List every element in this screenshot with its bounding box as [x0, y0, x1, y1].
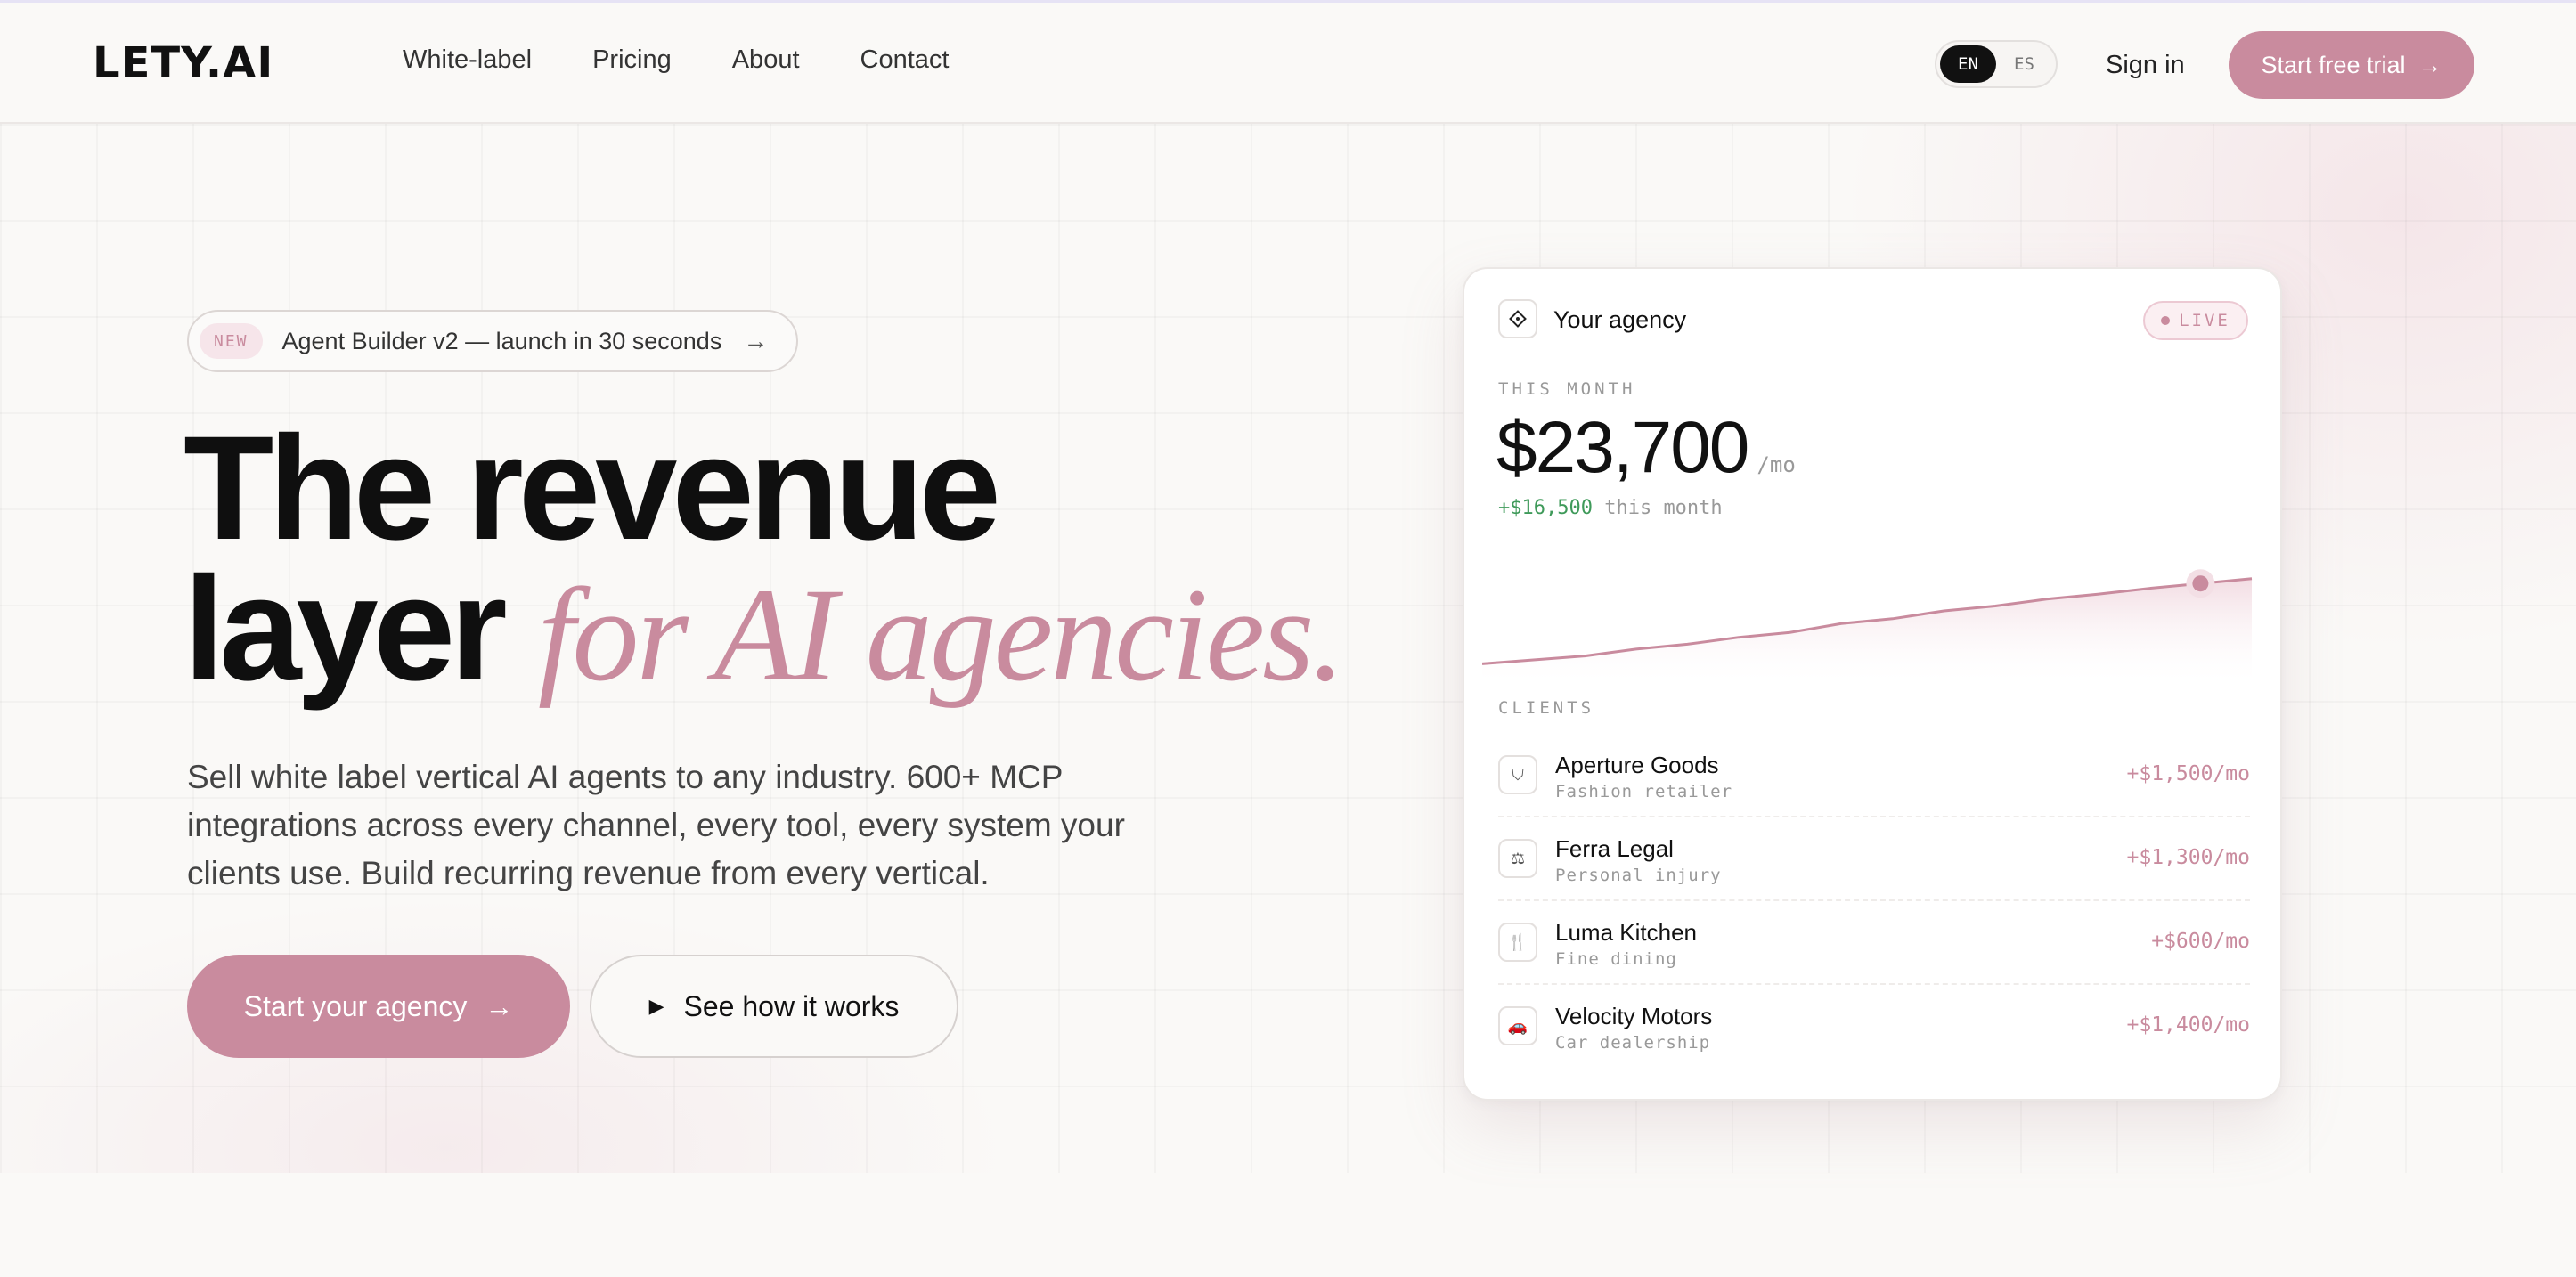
- client-amount: +$1,500/mo: [2126, 762, 2250, 785]
- monthly-amount: $23,700 /mo: [1496, 406, 1796, 490]
- play-icon: ▶: [648, 995, 664, 1017]
- hero-subtitle: Sell white label vertical AI agents to a…: [187, 759, 1125, 891]
- client-name: Ferra Legal: [1555, 835, 1674, 862]
- utensils-icon: 🍴: [1498, 923, 1537, 962]
- client-sub: Personal injury: [1555, 866, 1722, 885]
- client-row[interactable]: ⚖ Ferra Legal Personal injury +$1,300/mo: [1498, 817, 2250, 901]
- client-list: ⛉ Aperture Goods Fashion retailer +$1,50…: [1498, 734, 2250, 1069]
- this-month-label: THIS MONTH: [1498, 379, 1636, 399]
- logo[interactable]: LETY.AI: [93, 38, 273, 88]
- lang-en[interactable]: EN: [1940, 45, 1996, 83]
- client-sub: Fashion retailer: [1555, 782, 1733, 801]
- client-row[interactable]: 🍴 Luma Kitchen Fine dining +$600/mo: [1498, 901, 2250, 985]
- hero-title-accent: for AI agencies.: [537, 561, 1345, 709]
- card-title: Your agency: [1553, 306, 1687, 333]
- client-sub: Car dealership: [1555, 1033, 1711, 1053]
- start-free-trial-button[interactable]: Start free trial →: [2229, 31, 2474, 99]
- nav-link-contact[interactable]: Contact: [860, 45, 950, 75]
- client-amount: +$1,400/mo: [2126, 1013, 2250, 1037]
- diamond-icon: [1498, 299, 1537, 338]
- live-dot-icon: [2161, 316, 2171, 325]
- new-tag: NEW: [200, 323, 263, 359]
- badge-text: Agent Builder v2 — launch in 30 seconds: [281, 327, 722, 354]
- top-nav: LETY.AI White-label Pricing About Contac…: [0, 3, 2576, 124]
- scale-icon: ⚖: [1498, 839, 1537, 878]
- nav-link-white-label[interactable]: White-label: [403, 45, 532, 75]
- client-amount: +$600/mo: [2151, 930, 2250, 953]
- hero-title: The revenue layer for AI agencies.: [183, 415, 1345, 706]
- client-amount: +$1,300/mo: [2126, 846, 2250, 869]
- arrow-right-icon: →: [485, 989, 514, 1022]
- client-sub: Fine dining: [1555, 949, 1677, 969]
- clients-label: CLIENTS: [1498, 698, 1595, 718]
- client-name: Luma Kitchen: [1555, 919, 1697, 946]
- arrow-right-icon: →: [2417, 51, 2442, 78]
- shirt-icon: ⛉: [1498, 755, 1537, 794]
- hero-title-line2: layer: [183, 547, 508, 712]
- cta-primary-label: Start your agency: [243, 989, 468, 1022]
- see-how-it-works-button[interactable]: ▶ See how it works: [590, 955, 958, 1058]
- revenue-sparkline: [1482, 569, 2253, 687]
- sparkline-end-dot: [2192, 575, 2209, 592]
- nav-link-pricing[interactable]: Pricing: [592, 45, 672, 75]
- client-row[interactable]: 🚗 Velocity Motors Car dealership +$1,400…: [1498, 985, 2250, 1069]
- lang-es[interactable]: ES: [1996, 45, 2052, 83]
- delta-value: +$16,500: [1498, 497, 1593, 519]
- live-badge: LIVE: [2143, 301, 2248, 340]
- client-name: Aperture Goods: [1555, 752, 1719, 778]
- delta-text: this month: [1592, 497, 1723, 519]
- monthly-delta: +$16,500 this month: [1498, 497, 1723, 519]
- cta-secondary-label: See how it works: [683, 989, 900, 1022]
- below-fold: [0, 1173, 2576, 1277]
- language-toggle: EN ES: [1935, 40, 2058, 88]
- arrow-right-icon: →: [743, 327, 769, 354]
- client-row[interactable]: ⛉ Aperture Goods Fashion retailer +$1,50…: [1498, 734, 2250, 817]
- sparkline-area: [1482, 578, 2252, 687]
- car-icon: 🚗: [1498, 1006, 1537, 1045]
- agency-dashboard-card: Your agency LIVE THIS MONTH $23,700 /mo …: [1463, 267, 2282, 1101]
- trial-label: Start free trial: [2261, 51, 2406, 78]
- start-your-agency-button[interactable]: Start your agency →: [187, 955, 570, 1058]
- nav-links: White-label Pricing About Contact: [403, 45, 949, 75]
- announcement-badge[interactable]: NEW Agent Builder v2 — launch in 30 seco…: [187, 310, 798, 372]
- nav-link-about[interactable]: About: [732, 45, 800, 75]
- live-label: LIVE: [2179, 311, 2230, 330]
- sign-in-link[interactable]: Sign in: [2106, 51, 2185, 80]
- amount-value: $23,700: [1496, 407, 1749, 488]
- client-name: Velocity Motors: [1555, 1003, 1713, 1029]
- amount-unit: /mo: [1757, 452, 1796, 477]
